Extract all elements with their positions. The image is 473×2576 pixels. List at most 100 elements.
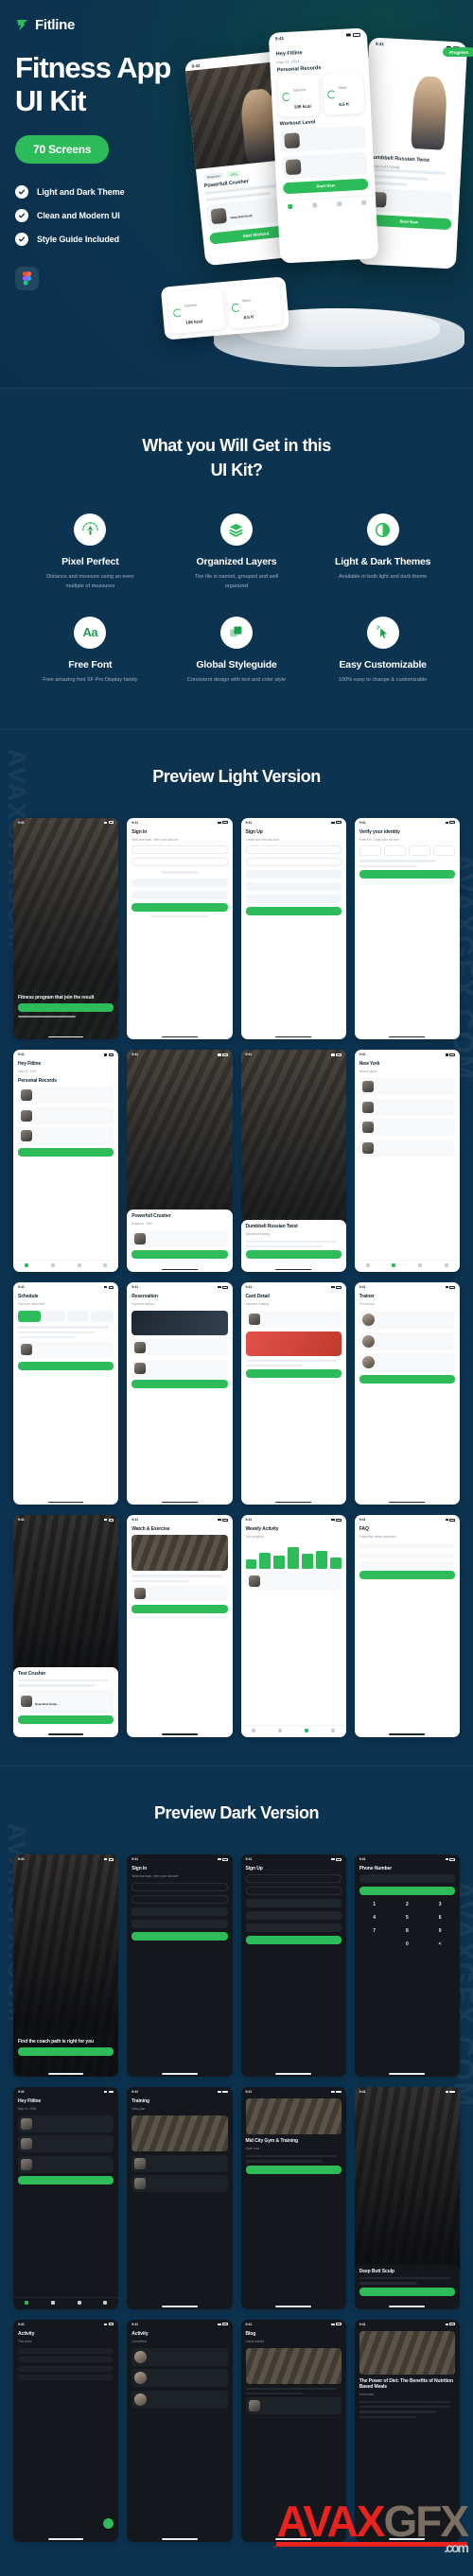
- screen-activity-dark-2[interactable]: 9:41 Activity Completed: [127, 2319, 233, 2542]
- continue-button[interactable]: [359, 1887, 455, 1896]
- list-item[interactable]: [131, 1584, 228, 1602]
- key-5[interactable]: 5: [393, 1912, 423, 1923]
- otp-digit[interactable]: [408, 845, 430, 857]
- key-3[interactable]: 3: [425, 1899, 455, 1909]
- tab-home-icon[interactable]: [252, 1729, 256, 1733]
- start-button[interactable]: [18, 1715, 114, 1725]
- payment-option[interactable]: [131, 1339, 228, 1357]
- email-field[interactable]: [131, 1906, 228, 1916]
- sign-up-google-button[interactable]: [245, 1887, 342, 1896]
- screen-activity-dark-1[interactable]: 9:41 Activity This week: [13, 2319, 119, 2542]
- screen-reservation[interactable]: 9:41 Reservation Payment Method: [127, 1282, 233, 1506]
- list-item[interactable]: [359, 1139, 455, 1157]
- trainer-row[interactable]: [359, 1332, 455, 1350]
- screen-sign-up[interactable]: 9:41 Sign Up Create your new account: [240, 817, 346, 1040]
- password-field[interactable]: [245, 895, 342, 904]
- key-backspace[interactable]: <: [425, 1939, 455, 1949]
- list-item[interactable]: [359, 1098, 455, 1116]
- tab-search-icon[interactable]: [278, 1729, 283, 1733]
- list-item[interactable]: [245, 1573, 342, 1590]
- tab-profile-icon[interactable]: [103, 1263, 108, 1268]
- tab-profile-icon[interactable]: [330, 1729, 335, 1733]
- article-item[interactable]: [245, 2397, 342, 2415]
- key-9[interactable]: 9: [425, 1925, 455, 1936]
- tab-search-icon[interactable]: [50, 2300, 55, 2305]
- list-item[interactable]: [18, 2135, 114, 2153]
- start-workout-button[interactable]: [359, 2287, 455, 2296]
- key-6[interactable]: 6: [425, 1912, 455, 1923]
- list-item[interactable]: [18, 1341, 114, 1359]
- tab-activity-icon[interactable]: [77, 2300, 81, 2305]
- key-4[interactable]: 4: [359, 1912, 390, 1923]
- list-item[interactable]: [245, 1311, 342, 1329]
- bottom-tab-bar[interactable]: [240, 1725, 346, 1738]
- tab-activity-icon[interactable]: [418, 1263, 423, 1268]
- tab-home-icon[interactable]: [24, 1263, 28, 1268]
- email-field[interactable]: [245, 882, 342, 892]
- key-1[interactable]: 1: [359, 1899, 390, 1909]
- screen-workout-detail[interactable]: 9:41 Powerfull Crusher Beginner · 30m: [127, 1050, 233, 1273]
- sign-in-button[interactable]: [131, 902, 228, 912]
- list-item[interactable]: [131, 2347, 228, 2366]
- screen-weekly-activity[interactable]: 9:41 Weekly Activity Your progress: [240, 1515, 346, 1738]
- list-item[interactable]: [131, 2154, 228, 2172]
- tab-search-icon[interactable]: [50, 1263, 55, 1268]
- list-item[interactable]: [18, 2155, 114, 2173]
- sign-in-apple-button[interactable]: [131, 1882, 228, 1891]
- screen-exercise-detail[interactable]: 9:41 Dumbbell Russian Twist Advanced tra…: [240, 1050, 346, 1273]
- numeric-keypad[interactable]: 1 2 3 4 5 6 7 8 9 0 <: [359, 1899, 455, 1949]
- sign-in-google-button[interactable]: [131, 858, 228, 867]
- bottom-tab-bar[interactable]: [13, 2296, 119, 2309]
- sign-up-apple-button[interactable]: [245, 845, 342, 855]
- sign-in-button[interactable]: [131, 1931, 228, 1941]
- tab-search-icon[interactable]: [311, 202, 317, 208]
- password-field[interactable]: [245, 1923, 342, 1933]
- sign-in-google-button[interactable]: [131, 1894, 228, 1904]
- screen-test-crusher[interactable]: 9:41 Test Crusher Deep Butt Sculp: [13, 1515, 119, 1738]
- bottom-tab-bar[interactable]: [13, 1260, 119, 1273]
- key-2[interactable]: 2: [393, 1899, 423, 1909]
- faq-item[interactable]: [359, 1561, 455, 1567]
- list-item[interactable]: [18, 2375, 114, 2381]
- screen-sign-in-dark[interactable]: 9:41 Sign In Welcome back, enter your ac…: [127, 1854, 233, 2078]
- phone-field[interactable]: [359, 1874, 455, 1884]
- screen-home-dark[interactable]: 9:41 Hey Fitline May 14, 2024: [13, 2087, 119, 2309]
- list-item[interactable]: [18, 1087, 114, 1105]
- tab-activity-icon[interactable]: [336, 200, 342, 207]
- screen-sign-up-dark[interactable]: 9:41 Sign Up: [240, 1854, 346, 2078]
- start-now-button[interactable]: Start Now: [282, 178, 369, 195]
- screen-card-detail[interactable]: 9:41 Card Detail Payment Settings: [240, 1282, 346, 1506]
- name-field[interactable]: [245, 870, 342, 879]
- faq-item[interactable]: [359, 1543, 455, 1549]
- screen-onboarding[interactable]: 9:41 Fitness program that join the resul…: [13, 817, 119, 1040]
- screen-verify-identity[interactable]: 9:41 Verify your identity Enter the 4-di…: [354, 817, 460, 1040]
- start-now-button[interactable]: [18, 2176, 114, 2185]
- email-field[interactable]: [131, 878, 228, 887]
- screen-onboarding-dark[interactable]: 9:41 Find the coach path is right for yo…: [13, 1854, 119, 2078]
- screen-gym-detail-dark[interactable]: 9:41 Mid City Gym & Training Open now: [240, 2087, 346, 2309]
- list-item[interactable]: [18, 2347, 114, 2354]
- tab-home-icon[interactable]: [365, 1263, 370, 1268]
- list-item[interactable]: [131, 2369, 228, 2388]
- sign-in-apple-button[interactable]: [131, 845, 228, 855]
- list-item[interactable]: [18, 2365, 114, 2372]
- list-item[interactable]: [18, 2357, 114, 2363]
- password-field[interactable]: [131, 890, 228, 899]
- book-now-button[interactable]: [18, 1361, 114, 1370]
- list-item[interactable]: [359, 1078, 455, 1096]
- screen-schedule[interactable]: 9:41 Schedule Pick your class time: [13, 1282, 119, 1506]
- tab-profile-icon[interactable]: [445, 1263, 449, 1268]
- screen-deep-butt-sculp-dark[interactable]: 9:41 Deep Butt Sculp: [354, 2087, 460, 2309]
- date-selector[interactable]: [18, 1311, 114, 1323]
- tab-profile-icon[interactable]: [360, 200, 366, 205]
- add-activity-fab[interactable]: [103, 2517, 114, 2529]
- get-started-button[interactable]: [18, 1003, 114, 1013]
- otp-input-group[interactable]: [359, 845, 455, 857]
- list-item[interactable]: [131, 2175, 228, 2193]
- sign-up-apple-button[interactable]: [245, 1874, 342, 1884]
- screen-training-dark[interactable]: 9:41 Training Daily plan: [127, 2087, 233, 2309]
- key-8[interactable]: 8: [393, 1925, 423, 1936]
- continue-button[interactable]: [245, 907, 342, 916]
- continue-button[interactable]: [359, 870, 455, 879]
- list-item[interactable]: [131, 2390, 228, 2409]
